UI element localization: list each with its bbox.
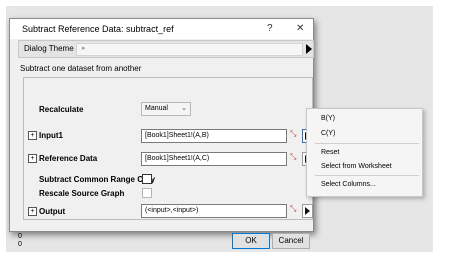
dialog-theme-row: Dialog Theme ▸: [18, 40, 314, 58]
triangle-right-icon: [306, 44, 312, 54]
output-field[interactable]: (<input>,<input>): [141, 204, 287, 218]
theme-menu-button[interactable]: [306, 42, 312, 55]
window-title: Subtract Reference Data: subtract_ref: [22, 24, 174, 34]
background-value: 0: [18, 233, 22, 240]
menu-item-select-columns[interactable]: Select Columns...: [321, 181, 376, 188]
input-context-menu: B(Y) C(Y) Reset Select from Worksheet Se…: [306, 108, 423, 197]
chevron-down-icon: ⌄: [181, 105, 187, 112]
help-button[interactable]: ?: [267, 23, 273, 34]
reference-data-value: [Book1]Sheet1!(A,C): [145, 155, 210, 162]
range-picker-icon[interactable]: ⤡: [289, 204, 299, 216]
input1-value: [Book1]Sheet1!(A,B): [145, 132, 209, 139]
settings-group: Recalculate Manual ⌄ + Input1 [Book1]She…: [23, 77, 313, 220]
menu-item-c-y[interactable]: C(Y): [321, 130, 335, 137]
rescale-checkbox[interactable]: [142, 188, 152, 198]
common-range-label: Subtract Common Range Only: [39, 175, 156, 184]
input1-label: Input1: [39, 131, 63, 140]
cancel-button[interactable]: Cancel: [272, 233, 310, 249]
menu-item-select-from-worksheet[interactable]: Select from Worksheet: [321, 163, 392, 170]
reference-expand-icon[interactable]: +: [28, 154, 37, 163]
common-range-checkbox[interactable]: [142, 174, 152, 184]
output-value: (<input>,<input>): [145, 207, 199, 214]
recalculate-select[interactable]: Manual ⌄: [141, 102, 191, 116]
subtract-reference-dialog: Subtract Reference Data: subtract_ref ? …: [9, 18, 314, 249]
reference-data-label: Reference Data: [39, 154, 98, 163]
input1-expand-icon[interactable]: +: [28, 131, 37, 140]
menu-separator: [315, 175, 419, 176]
background-value: 0: [18, 241, 22, 248]
output-menu-button[interactable]: [302, 204, 313, 218]
dialog-theme-field[interactable]: ▸: [76, 43, 303, 56]
dialog-theme-label: Dialog Theme: [24, 44, 74, 53]
recalculate-label: Recalculate: [39, 105, 84, 114]
menu-separator: [315, 143, 419, 144]
reference-data-field[interactable]: [Book1]Sheet1!(A,C): [141, 152, 287, 166]
range-picker-icon[interactable]: ⤡: [289, 129, 299, 141]
menu-item-b-y[interactable]: B(Y): [321, 115, 335, 122]
output-label: Output: [39, 207, 66, 216]
range-picker-icon[interactable]: ⤡: [289, 152, 299, 164]
input1-field[interactable]: [Book1]Sheet1!(A,B): [141, 129, 287, 143]
menu-item-reset[interactable]: Reset: [321, 149, 339, 156]
dialog-description: Subtract one dataset from another: [20, 64, 142, 73]
output-expand-icon[interactable]: +: [28, 207, 37, 216]
title-bar: Subtract Reference Data: subtract_ref ? …: [10, 19, 313, 39]
theme-arrow-icon: ▸: [82, 45, 86, 52]
recalculate-value: Manual: [145, 105, 168, 112]
close-button[interactable]: ✕: [296, 23, 304, 34]
triangle-right-icon: [305, 207, 310, 215]
ok-button[interactable]: OK: [232, 233, 270, 249]
rescale-label: Rescale Source Graph: [39, 189, 125, 198]
